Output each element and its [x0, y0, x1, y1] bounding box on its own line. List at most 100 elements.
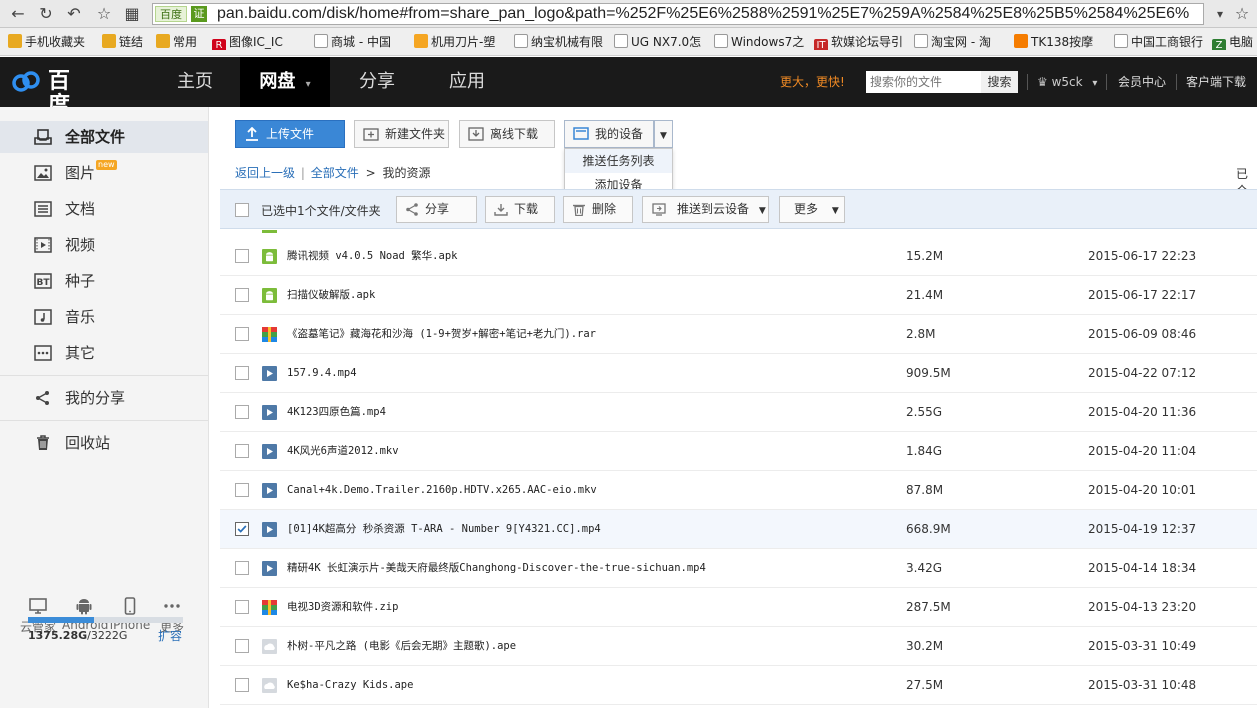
- file-name[interactable]: 朴树-平凡之路 (电影《后会无期》主题歌).ape: [287, 627, 516, 666]
- new-folder-button[interactable]: 新建文件夹: [354, 120, 449, 148]
- url-text[interactable]: pan.baidu.com/disk/home#from=share_pan_l…: [217, 4, 1189, 24]
- device-android[interactable]: Android: [62, 597, 108, 632]
- bookmark-item[interactable]: 商城 - 中国: [314, 34, 406, 50]
- sidebar-item-my-share[interactable]: 我的分享: [0, 382, 208, 414]
- promo-link[interactable]: 更大，更快!: [780, 74, 845, 90]
- bookmark-item[interactable]: 链结: [102, 34, 148, 50]
- expand-storage-link[interactable]: 扩容: [158, 627, 182, 644]
- device-iphone[interactable]: iPhone: [108, 597, 152, 632]
- file-size: 1.84G: [906, 444, 943, 458]
- search-button[interactable]: 搜索: [981, 71, 1018, 93]
- bookmark-item[interactable]: TK138按摩: [1014, 34, 1106, 50]
- sidebar-item-documents[interactable]: 文档: [0, 193, 208, 225]
- row-checkbox[interactable]: [235, 366, 249, 380]
- bookmark-item[interactable]: 纳宝机械有限: [514, 34, 606, 50]
- push-to-device-button[interactable]: 推送到云设备 ▼: [642, 196, 769, 223]
- row-checkbox[interactable]: [235, 678, 249, 692]
- file-name[interactable]: 157.9.4.mp4: [287, 354, 357, 393]
- bookmark-item[interactable]: Windows7之: [714, 34, 806, 50]
- row-checkbox[interactable]: [235, 483, 249, 497]
- table-row[interactable]: [01]4K超高分 秒杀资源 T-ARA - Number 9[Y4321.CC…: [220, 510, 1257, 549]
- file-name[interactable]: Ke$ha-Crazy Kids.ape: [287, 666, 413, 705]
- bookmark-item[interactable]: 手机收藏夹: [8, 34, 94, 50]
- baidu-cloud-logo[interactable]: 百度云: [10, 66, 70, 142]
- bookmark-item[interactable]: 常用: [156, 34, 202, 50]
- bookmark-item[interactable]: IT 软媒论坛导引: [814, 34, 906, 50]
- my-devices-dropdown-toggle[interactable]: ▼: [654, 120, 673, 148]
- file-name[interactable]: 4K风光6声道2012.mkv: [287, 432, 399, 471]
- user-menu[interactable]: ♛ w5ck ▾: [1037, 74, 1097, 92]
- bookmark-item[interactable]: 机用刀片-塑: [414, 34, 506, 50]
- file-size: 30.2M: [906, 639, 944, 653]
- select-all-checkbox[interactable]: [235, 203, 249, 217]
- download-button[interactable]: 下载: [485, 196, 555, 223]
- search-input[interactable]: [866, 71, 981, 93]
- video-icon: [34, 237, 52, 253]
- row-checkbox[interactable]: [235, 561, 249, 575]
- sidebar-item-videos[interactable]: 视频: [0, 229, 208, 261]
- client-download-link[interactable]: 客户端下载: [1186, 74, 1246, 90]
- table-row[interactable]: 4K风光6声道2012.mkv 1.84G 2015-04-20 11:04: [220, 432, 1257, 471]
- row-checkbox[interactable]: [235, 600, 249, 614]
- member-center-link[interactable]: 会员中心: [1118, 74, 1166, 90]
- favorite-star-icon[interactable]: ☆: [1232, 4, 1252, 24]
- file-name[interactable]: 《盗墓笔记》藏海花和沙海 (1-9+贺岁+解密+笔记+老九门).rar: [287, 315, 596, 354]
- table-row[interactable]: 精研4K 长虹演示片-美哉天府最终版Changhong-Discover-the…: [220, 549, 1257, 588]
- table-row[interactable]: 4K123四原色篇.mp4 2.55G 2015-04-20 11:36: [220, 393, 1257, 432]
- file-name[interactable]: 扫描仪破解版.apk: [287, 276, 375, 315]
- row-checkbox[interactable]: [235, 288, 249, 302]
- table-row[interactable]: 扫描仪破解版.apk 21.4M 2015-06-17 22:17: [220, 276, 1257, 315]
- grid-icon[interactable]: ▦: [122, 4, 142, 24]
- table-row[interactable]: 157.9.4.mp4 909.5M 2015-04-22 07:12: [220, 354, 1257, 393]
- file-name[interactable]: 电视3D资源和软件.zip: [287, 588, 398, 627]
- share-button[interactable]: 分享: [396, 196, 477, 223]
- back-arrow-icon[interactable]: ←: [8, 4, 28, 24]
- bookmark-item[interactable]: R 图像IC_IC: [212, 34, 304, 50]
- sidebar-item-images[interactable]: 图片 new: [0, 157, 208, 189]
- bookmark-item[interactable]: UG NX7.0怎: [614, 34, 706, 50]
- file-name[interactable]: Canal+4k.Demo.Trailer.2160p.HDTV.x265.AA…: [287, 471, 597, 510]
- table-row[interactable]: 《盗墓笔记》藏海花和沙海 (1-9+贺岁+解密+笔记+老九门).rar 2.8M 2…: [220, 315, 1257, 354]
- row-checkbox[interactable]: [235, 639, 249, 653]
- nav-tab-netdisk[interactable]: 网盘 ▾: [240, 57, 330, 107]
- address-bar[interactable]: 百度 证 pan.baidu.com/disk/home#from=share_…: [152, 3, 1204, 25]
- sidebar-item-other[interactable]: 其它: [0, 337, 208, 369]
- row-checkbox[interactable]: [235, 405, 249, 419]
- my-devices-button[interactable]: 我的设备: [564, 120, 654, 148]
- menu-item-push-task-list[interactable]: 推送任务列表: [565, 149, 672, 173]
- row-checkbox[interactable]: [235, 249, 249, 263]
- table-row[interactable]: 腾讯视频 v4.0.5 Noad 繁华.apk 15.2M 2015-06-17 2…: [220, 237, 1257, 276]
- row-checkbox[interactable]: [235, 327, 249, 341]
- breadcrumb-back-link[interactable]: 返回上一级: [235, 166, 295, 180]
- trash-icon: [37, 435, 49, 450]
- delete-button[interactable]: 删除: [563, 196, 633, 223]
- star-icon[interactable]: ☆: [94, 4, 114, 24]
- bookmark-item[interactable]: 中国工商银行: [1114, 34, 1206, 50]
- file-name[interactable]: 精研4K 长虹演示片-美哉天府最终版Changhong-Discover-the…: [287, 549, 706, 588]
- undo-icon[interactable]: ↶: [64, 4, 84, 24]
- nav-tab-home[interactable]: 主页: [150, 57, 240, 107]
- sidebar-item-all-files[interactable]: 全部文件: [0, 121, 208, 153]
- row-checkbox[interactable]: [235, 522, 249, 536]
- bookmark-item[interactable]: 淘宝网 - 淘: [914, 34, 1006, 50]
- file-name[interactable]: 4K123四原色篇.mp4: [287, 393, 386, 432]
- more-button[interactable]: 更多 ▼: [779, 196, 845, 223]
- table-row[interactable]: Canal+4k.Demo.Trailer.2160p.HDTV.x265.AA…: [220, 471, 1257, 510]
- bookmark-item[interactable]: Z 电脑: [1212, 34, 1257, 50]
- sidebar-item-torrents[interactable]: BT 种子: [0, 265, 208, 297]
- nav-tab-apps[interactable]: 应用: [422, 57, 512, 107]
- refresh-icon[interactable]: ↻: [36, 4, 56, 24]
- table-row[interactable]: 朴树-平凡之路 (电影《后会无期》主题歌).ape 30.2M 2015-03-31…: [220, 627, 1257, 666]
- dropdown-icon[interactable]: ▾: [1210, 4, 1230, 24]
- table-row[interactable]: Ke$ha-Crazy Kids.ape 27.5M 2015-03-31 10:4…: [220, 666, 1257, 705]
- sidebar-item-recycle-bin[interactable]: 回收站: [0, 427, 208, 459]
- file-name[interactable]: [01]4K超高分 秒杀资源 T-ARA - Number 9[Y4321.CC…: [287, 510, 601, 549]
- row-checkbox[interactable]: [235, 444, 249, 458]
- offline-download-button[interactable]: 离线下载: [459, 120, 555, 148]
- breadcrumb-all-files-link[interactable]: 全部文件: [311, 166, 359, 180]
- file-name[interactable]: 腾讯视频 v4.0.5 Noad 繁华.apk: [287, 237, 457, 276]
- table-row[interactable]: 电视3D资源和软件.zip 287.5M 2015-04-13 23:20: [220, 588, 1257, 627]
- upload-button[interactable]: 上传文件: [235, 120, 345, 148]
- nav-tab-share[interactable]: 分享: [332, 57, 422, 107]
- sidebar-item-music[interactable]: 音乐: [0, 301, 208, 333]
